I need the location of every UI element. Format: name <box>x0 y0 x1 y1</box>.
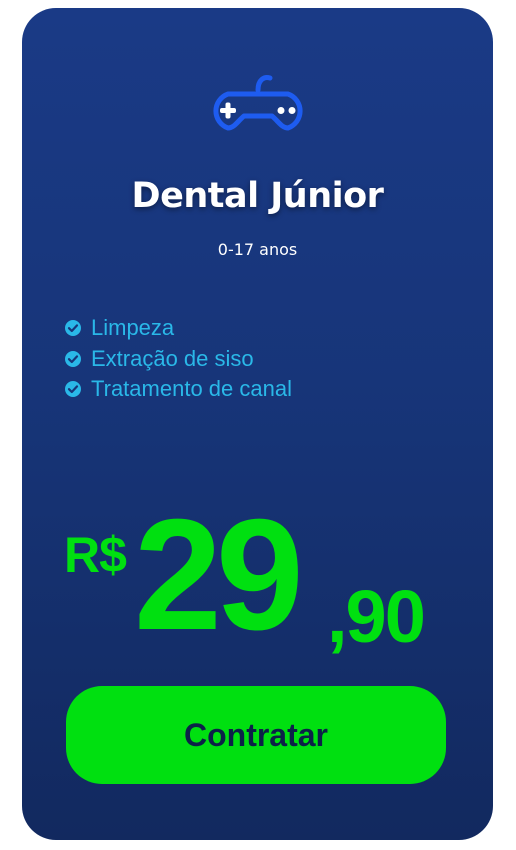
check-circle-icon <box>65 350 81 367</box>
price-decimal: ,90 <box>327 575 426 658</box>
feature-label: Tratamento de canal <box>91 376 292 402</box>
check-circle-icon <box>65 381 81 398</box>
feature-item: Extração de siso <box>64 344 292 375</box>
price-currency: R$ <box>64 527 127 583</box>
feature-list: Limpeza Extração de siso Tratamento de c… <box>64 313 292 405</box>
plan-card: Dental Júnior 0-17 anos Limpeza Extração… <box>22 8 493 840</box>
feature-label: Extração de siso <box>91 345 254 371</box>
check-circle-icon <box>65 320 81 337</box>
plan-title: Dental Júnior <box>131 176 384 216</box>
feature-item: Tratamento de canal <box>64 374 292 405</box>
contratar-button[interactable]: Contratar <box>66 686 446 784</box>
feature-label: Limpeza <box>91 315 175 341</box>
price-integer: 29 <box>134 487 304 663</box>
feature-item: Limpeza <box>64 313 292 344</box>
gamepad-icon <box>212 75 303 131</box>
plan-icon-container <box>22 66 493 136</box>
plan-age-range: 0-17 anos <box>217 240 298 259</box>
